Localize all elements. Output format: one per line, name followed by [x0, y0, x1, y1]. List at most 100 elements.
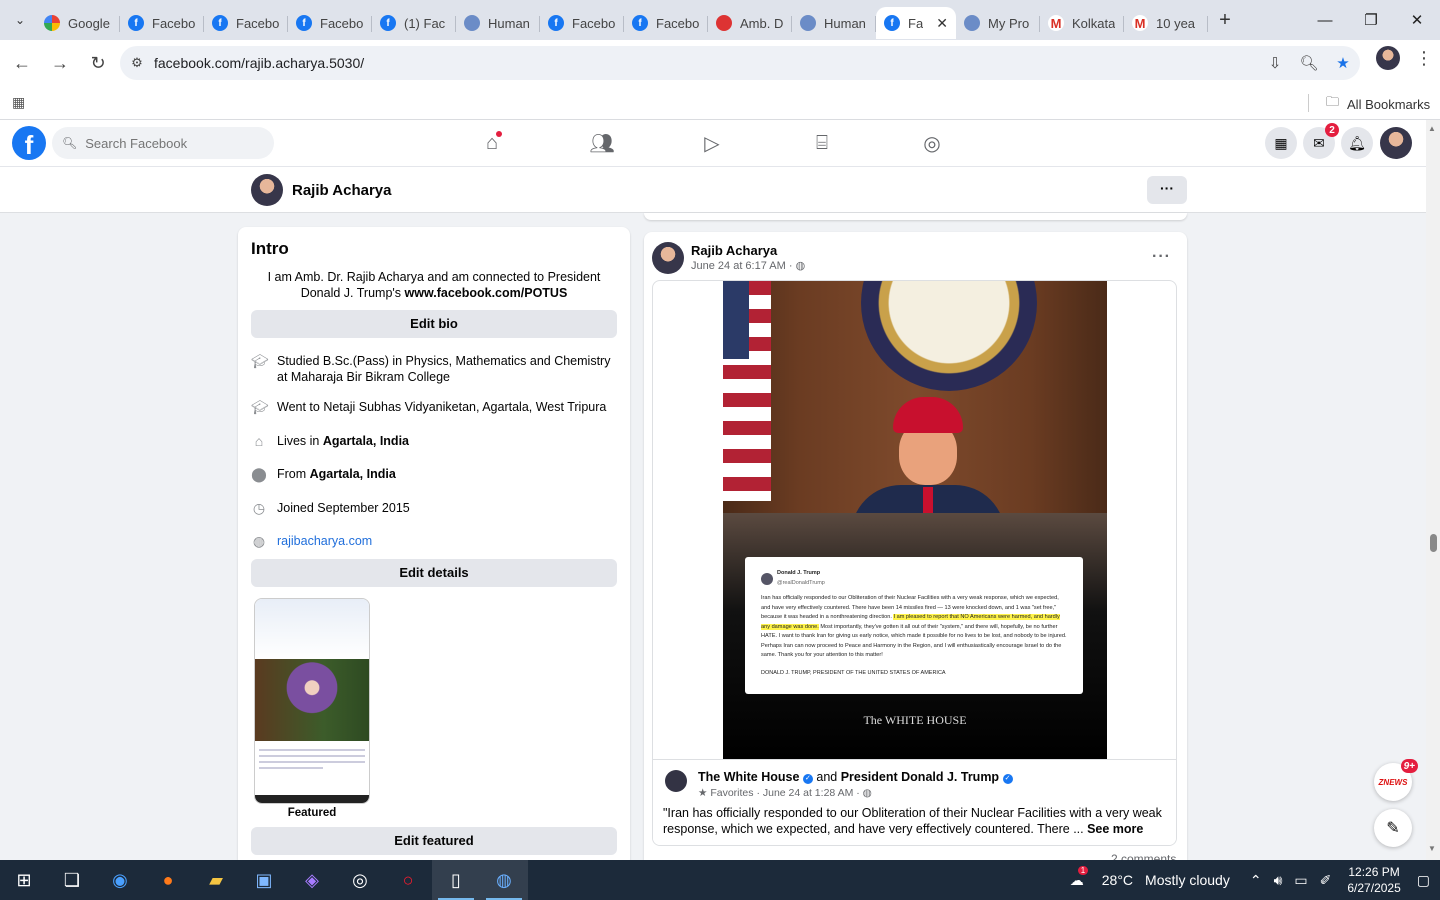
post-options-button[interactable]: ··· — [1152, 248, 1171, 266]
browser-tab[interactable]: Amb. D — [708, 7, 792, 39]
edit-details-button[interactable]: Edit details — [251, 559, 617, 587]
see-more-link[interactable]: See more — [1087, 822, 1143, 836]
page-scrollbar[interactable]: ▲ ▼ — [1426, 120, 1440, 860]
taskbar-store[interactable]: ▣ — [240, 860, 288, 900]
browser-tab[interactable]: f Facebo — [624, 7, 708, 39]
tab-label: My Pro — [988, 15, 1030, 31]
bookmark-star-icon[interactable]: ★ — [1326, 54, 1360, 72]
messenger-button[interactable]: ✉ 2 — [1303, 123, 1339, 159]
new-tab-button[interactable]: + — [1210, 9, 1240, 32]
notifications-center-icon[interactable]: ▢ — [1417, 872, 1430, 889]
weather-text[interactable]: Mostly cloudy — [1145, 872, 1230, 888]
nav-friends[interactable]: 👥︎ — [572, 120, 632, 167]
maximize-button[interactable]: ❐ — [1348, 0, 1394, 40]
shared-page-name[interactable]: The White House — [698, 770, 799, 784]
all-bookmarks-button[interactable]: 🗀 All Bookmarks — [1326, 93, 1430, 115]
task-view-button[interactable]: ❏ — [48, 860, 96, 900]
network-icon[interactable]: ▭ — [1294, 872, 1307, 889]
browser-tab[interactable]: f Facebo — [204, 7, 288, 39]
browser-tab[interactable]: M 10 yea — [1124, 7, 1208, 39]
pen-icon[interactable]: ✐ — [1320, 872, 1332, 889]
browser-tab[interactable]: My Pro — [956, 7, 1040, 39]
back-button[interactable]: ← — [4, 45, 40, 81]
profile-more-button[interactable]: ··· — [1147, 176, 1187, 204]
nav-home[interactable]: ⌂ — [462, 120, 522, 167]
browser-tab[interactable]: Human — [456, 7, 540, 39]
browser-tab[interactable]: f (1) Fac — [372, 7, 456, 39]
shared-with-name[interactable]: President Donald J. Trump — [841, 770, 999, 784]
new-message-button[interactable]: ✎ — [1374, 809, 1412, 847]
clock[interactable]: 12:26 PM 6/27/2025 — [1347, 864, 1400, 896]
site-info-icon[interactable]: ⚙ — [120, 55, 154, 71]
reload-button[interactable]: ↻ — [80, 45, 116, 81]
close-window-button[interactable]: ✕ — [1394, 0, 1440, 40]
start-button[interactable]: ⊞ — [0, 860, 48, 900]
featured-thumbnail[interactable] — [254, 598, 370, 804]
bell-icon: 🔔︎ — [1348, 134, 1366, 151]
scroll-up-arrow[interactable]: ▲ — [1428, 124, 1436, 133]
taskbar-notepad[interactable]: ▯ — [432, 860, 480, 900]
minimize-button[interactable]: — — [1302, 0, 1348, 40]
taskbar-file-explorer[interactable]: ▰ — [192, 860, 240, 900]
edit-featured-button[interactable]: Edit featured — [251, 827, 617, 855]
post-author-avatar[interactable] — [652, 242, 684, 274]
install-app-icon[interactable]: ⇩ — [1258, 54, 1292, 72]
taskbar-chrome[interactable]: ◎ — [336, 860, 384, 900]
website-link[interactable]: rajibacharya.com — [277, 533, 372, 549]
post-author-name[interactable]: Rajib Acharya — [691, 243, 777, 258]
browser-tab[interactable]: f Facebo — [540, 7, 624, 39]
account-avatar[interactable] — [1380, 127, 1412, 159]
browser-menu-icon[interactable]: ⋮ — [1414, 48, 1434, 69]
from-place[interactable]: Agartala, India — [310, 467, 396, 481]
edit-bio-button[interactable]: Edit bio — [251, 310, 617, 338]
browser-tab[interactable]: f Fa ✕ — [876, 7, 956, 39]
address-bar[interactable]: ⚙ facebook.com/rajib.acharya.5030/ ⇩ 🔍︎ … — [120, 46, 1360, 80]
tab-label: (1) Fac — [404, 15, 446, 31]
znews-chat-button[interactable]: ZNEWS 9+ — [1374, 759, 1418, 801]
shared-post[interactable]: Donald J. Trump @realDonaldTrump Iran ha… — [652, 280, 1177, 846]
taskbar-chrome-active[interactable]: ◍ — [480, 860, 528, 900]
scroll-thumb[interactable] — [1430, 534, 1437, 552]
facebook-icon: f — [632, 15, 648, 31]
browser-tab[interactable]: f Facebo — [120, 7, 204, 39]
taskbar-copilot[interactable]: ◈ — [288, 860, 336, 900]
forward-button[interactable]: → — [42, 45, 78, 81]
taskbar-app-1[interactable]: ◉ — [96, 860, 144, 900]
nav-video[interactable]: ▷ — [682, 120, 742, 167]
public-globe-icon: ◍ — [862, 787, 872, 799]
lives-place[interactable]: Agartala, India — [323, 434, 409, 448]
volume-icon[interactable]: 🔊︎ — [1274, 872, 1283, 889]
scroll-down-arrow[interactable]: ▼ — [1428, 844, 1436, 853]
bio-link[interactable]: www.facebook.com/POTUS — [405, 286, 568, 300]
search-input[interactable] — [85, 135, 266, 151]
search-box[interactable]: 🔍︎ — [52, 127, 274, 159]
apps-grid-icon[interactable]: ▦ — [12, 94, 25, 111]
profile-name[interactable]: Rajib Acharya — [292, 182, 392, 199]
facebook-icon: f — [296, 15, 312, 31]
shared-post-photo[interactable]: Donald J. Trump @realDonaldTrump Iran ha… — [723, 281, 1107, 759]
menu-button[interactable]: ▦ — [1265, 127, 1297, 159]
taskbar-opera[interactable]: ○ — [384, 860, 432, 900]
tray-chevron-icon[interactable]: ⌃ — [1250, 872, 1262, 889]
browser-tab[interactable]: Google — [36, 7, 120, 39]
zoom-icon[interactable]: 🔍︎ — [1292, 54, 1326, 72]
weather-widget[interactable]: ☁ 1 — [1064, 865, 1090, 889]
shared-meta-text[interactable]: Favorites · June 24 at 1:28 AM · — [710, 787, 862, 799]
facebook-logo[interactable]: f — [12, 126, 46, 160]
profile-avatar[interactable] — [251, 174, 283, 206]
nav-marketplace[interactable]: ⌸ — [792, 120, 852, 167]
post-date[interactable]: June 24 at 6:17 AM · — [691, 260, 796, 272]
url-text[interactable]: facebook.com/rajib.acharya.5030/ — [154, 55, 364, 71]
browser-tab[interactable]: f Facebo — [288, 7, 372, 39]
browser-tab[interactable]: Human — [792, 7, 876, 39]
tab-search-button[interactable]: ⌄ — [4, 6, 36, 34]
white-house-avatar[interactable] — [665, 770, 687, 792]
browser-tab[interactable]: M Kolkata — [1040, 7, 1124, 39]
opera-icon: ○ — [402, 869, 414, 890]
browser-profile-avatar[interactable] — [1376, 46, 1400, 70]
close-tab-icon[interactable]: ✕ — [936, 15, 948, 32]
nav-groups[interactable]: ◎ — [902, 120, 962, 167]
weather-temp[interactable]: 28°C — [1102, 872, 1133, 888]
taskbar-firefox[interactable]: ● — [144, 860, 192, 900]
notifications-button[interactable]: 🔔︎ — [1341, 127, 1373, 159]
